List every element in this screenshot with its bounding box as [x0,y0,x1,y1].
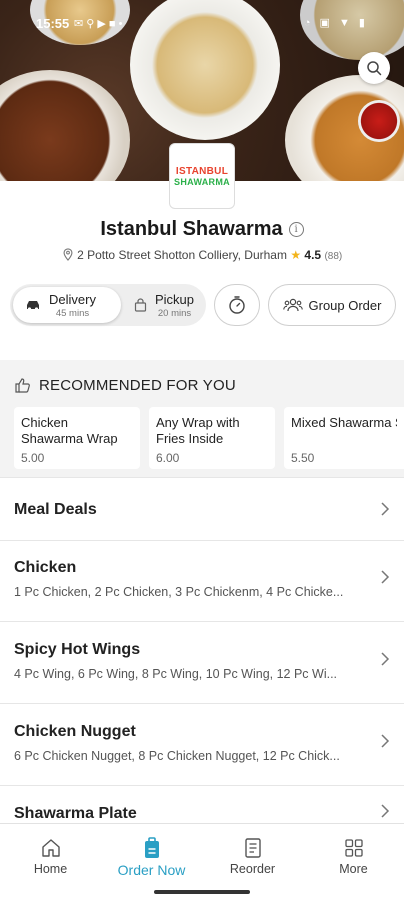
search-button[interactable] [358,52,390,84]
rating-value: 4.5 [304,248,322,262]
group-people-icon [282,298,303,312]
recommended-item[interactable]: Mixed Shawarma Sandwich 5.50 [284,407,404,469]
search-icon [367,61,382,76]
address-row: 2 Potto Street Shotton Colliery, Durham … [0,248,404,262]
item-name: Mixed Shawarma Sandwich [291,415,397,430]
group-order-button[interactable]: Group Order [268,284,396,326]
restaurant-address: 2 Potto Street Shotton Colliery, Durham [77,248,287,262]
pickup-label: Pickup [155,291,195,307]
category-title: Chicken [14,559,77,576]
nav-label: More [339,862,368,876]
restaurant-name-row: Istanbul Shawarma i [0,218,404,241]
bottom-navigation: Home Order Now Reorder More [0,823,404,900]
timer-icon [229,296,245,314]
star-icon: ★ [290,248,302,262]
category-title: Meal Deals [14,501,97,518]
recommended-item[interactable]: Any Wrap with Fries Inside 6.00 [149,407,275,469]
nav-label: Order Now [117,862,186,878]
nav-home[interactable]: Home [0,836,101,876]
food-image [0,70,130,181]
order-bag-icon [144,837,159,858]
bag-icon [134,298,147,312]
category-description: 6 Pc Chicken Nugget, 8 Pc Chicken Nugget… [14,749,340,763]
thumbs-up-icon [15,378,30,393]
delivery-option[interactable]: Delivery 45 mins [13,287,121,323]
pickup-option[interactable]: Pickup 20 mins [122,287,206,323]
recommended-section: RECOMMENDED FOR YOU Chicken Shawarma Wra… [0,360,404,477]
restaurant-logo: ISTANBUL SHAWARMA [169,143,235,209]
category-row[interactable]: Meal Deals [0,477,404,540]
nav-more[interactable]: More [303,836,404,876]
chevron-right-icon [381,804,390,818]
category-row[interactable]: Chicken 1 Pc Chicken, 2 Pc Chicken, 3 Pc… [0,540,404,621]
delivery-time: 45 mins [55,307,90,319]
chevron-right-icon [381,570,390,584]
recommended-heading: RECOMMENDED FOR YOU [14,377,236,394]
delivery-label: Delivery [49,291,96,307]
category-row[interactable]: Chicken Nugget 6 Pc Chicken Nugget, 8 Pc… [0,703,404,785]
chevron-right-icon [381,502,390,516]
recommended-item[interactable]: Chicken Shawarma Wrap 5.00 [14,407,140,469]
system-status-icons: ◔ ▣ ▼ ▮ [303,17,368,29]
grid-icon [344,839,363,857]
chevron-right-icon [381,652,390,666]
notification-icon: ✉ ⚲ ▶ ■ • [74,18,123,30]
receipt-icon [244,838,261,858]
nav-label: Reorder [229,862,276,876]
chevron-right-icon [381,734,390,748]
recommended-title: RECOMMENDED FOR YOU [39,377,236,394]
category-title: Shawarma Plate [14,805,137,822]
car-icon [27,301,39,311]
status-bar: 15:55 ✉ ⚲ ▶ ■ • ◔ ▣ ▼ ▮ [0,10,404,36]
category-row[interactable]: Shawarma Plate [0,785,404,825]
schedule-button[interactable] [214,284,260,326]
category-description: 4 Pc Wing, 6 Pc Wing, 8 Pc Wing, 10 Pc W… [14,667,338,681]
food-image [358,100,400,142]
item-name: Any Wrap with Fries Inside [156,415,240,446]
category-description: 1 Pc Chicken, 2 Pc Chicken, 3 Pc Chicken… [14,585,344,599]
nav-order-now[interactable]: Order Now [101,836,202,878]
category-title: Spicy Hot Wings [14,641,141,658]
rating-count: (88) [324,251,343,262]
item-price: 6.00 [156,451,180,465]
pickup-time: 20 mins [157,307,192,319]
nav-reorder[interactable]: Reorder [202,836,303,876]
item-price: 5.00 [21,451,45,465]
location-pin-icon [63,248,73,261]
logo-text: ISTANBUL [175,165,229,177]
category-title: Chicken Nugget [14,723,136,740]
group-order-label: Group Order [308,297,382,313]
restaurant-name: Istanbul Shawarma [100,218,283,240]
home-icon [41,839,60,857]
nav-label: Home [33,862,68,876]
status-time: 15:55 [36,16,70,31]
item-price: 5.50 [291,451,315,465]
info-icon[interactable]: i [288,222,304,237]
logo-text: SHAWARMA [174,176,230,187]
delivery-pickup-toggle: Delivery 45 mins Pickup 20 mins [10,284,206,326]
item-name: Chicken Shawarma Wrap [21,415,118,446]
gesture-home-indicator[interactable] [154,890,250,894]
category-row[interactable]: Spicy Hot Wings 4 Pc Wing, 6 Pc Wing, 8 … [0,621,404,703]
